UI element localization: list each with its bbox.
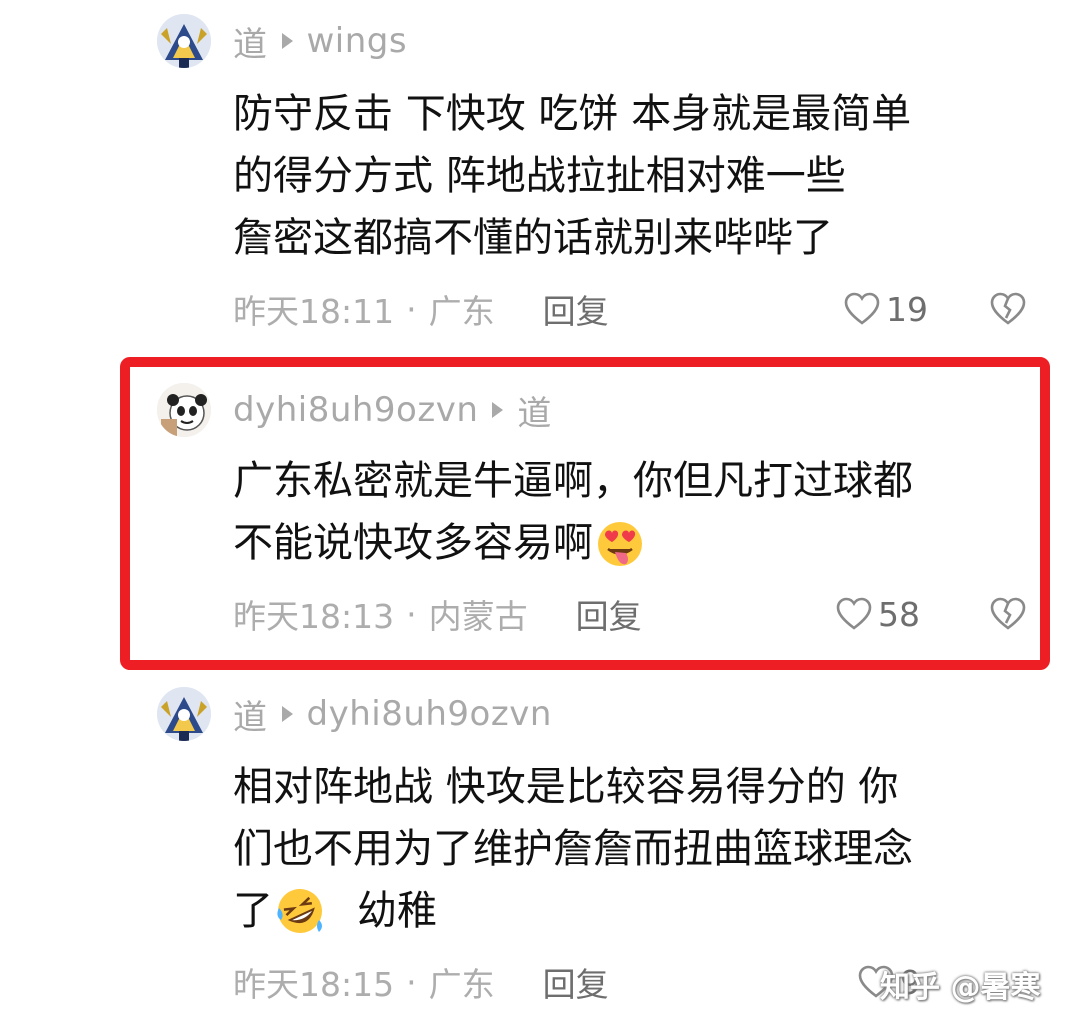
separator: ·	[406, 962, 417, 1002]
author-name[interactable]: 道	[233, 690, 268, 739]
reply-button[interactable]: 回复	[543, 285, 609, 333]
comment-footer: 昨天18:13 · 内蒙古 回复	[233, 589, 642, 639]
comment-footer: 昨天18:11 · 广东 回复	[233, 284, 609, 334]
comment-line: 广东私密就是牛逼啊，你但凡打过球都	[233, 458, 913, 504]
comment-line: 的得分方式 阵地战拉扯相对难一些	[233, 153, 846, 199]
timestamp: 昨天18:11	[233, 292, 395, 331]
heart-icon	[844, 292, 880, 325]
comment-line: 相对阵地战 快攻是比较容易得分的 你	[233, 764, 899, 810]
comment-header: 道 wings	[233, 16, 407, 66]
broken-heart-icon[interactable]	[990, 292, 1026, 326]
comment-line: 詹密这都搞不懂的话就别来哔哔了	[233, 215, 833, 261]
reply-to-name[interactable]: wings	[307, 21, 408, 61]
comment-line: 不能说快攻多容易啊	[233, 520, 593, 566]
author-name[interactable]: 道	[233, 17, 268, 66]
reply-button[interactable]: 回复	[543, 958, 609, 1006]
avatar-mecha[interactable]	[157, 14, 211, 68]
comment-footer: 昨天18:15 · 广东 回复	[233, 957, 609, 1007]
location: 广东	[428, 292, 495, 331]
location: 广东	[428, 965, 495, 1004]
like-count: 58	[878, 594, 920, 634]
comment-line: 防守反击 下快攻 吃饼 本身就是最简单	[233, 91, 912, 137]
reply-button[interactable]: 回复	[576, 590, 642, 638]
comment-line-with-emoji: 了 幼稚	[233, 880, 913, 942]
reply-to-name[interactable]: 道	[517, 386, 552, 435]
author-name[interactable]: dyhi8uh9ozvn	[233, 390, 478, 430]
separator: ·	[406, 594, 417, 634]
comment-text: 相对阵地战 快攻是比较容易得分的 你 们也不用为了维护詹詹而扭曲篮球理念 了 幼…	[233, 756, 913, 942]
comment-line: 了	[233, 888, 273, 934]
reply-arrow-icon	[281, 33, 293, 49]
location: 内蒙古	[428, 597, 528, 636]
comment-header: 道 dyhi8uh9ozvn	[233, 689, 552, 739]
broken-heart-icon[interactable]	[990, 597, 1026, 631]
timestamp: 昨天18:15	[233, 965, 395, 1004]
reply-arrow-icon	[492, 402, 504, 418]
separator: ·	[406, 289, 417, 329]
like-button[interactable]: 19	[844, 284, 928, 334]
reply-arrow-icon	[281, 706, 293, 722]
comment-line-with-emoji: 不能说快攻多容易啊	[233, 512, 913, 574]
like-button[interactable]: 58	[836, 589, 920, 639]
zhihu-watermark: 知乎 @暑寒	[880, 970, 1041, 1005]
comment-header: dyhi8uh9ozvn 道	[233, 385, 552, 435]
avatar-panda[interactable]	[157, 383, 211, 437]
heart-eyes-tongue-emoji	[595, 518, 645, 568]
like-count: 19	[886, 289, 928, 329]
comment-suffix: 幼稚	[357, 888, 437, 934]
comment-text: 防守反击 下快攻 吃饼 本身就是最简单 的得分方式 阵地战拉扯相对难一些 詹密这…	[233, 83, 911, 269]
comment-line: 们也不用为了维护詹詹而扭曲篮球理念	[233, 826, 913, 872]
timestamp: 昨天18:13	[233, 597, 395, 636]
rolling-laughing-emoji	[275, 886, 325, 936]
reply-to-name[interactable]: dyhi8uh9ozvn	[307, 694, 552, 734]
heart-icon	[836, 597, 872, 630]
comment-text: 广东私密就是牛逼啊，你但凡打过球都 不能说快攻多容易啊	[233, 450, 913, 574]
avatar-mecha[interactable]	[157, 687, 211, 741]
